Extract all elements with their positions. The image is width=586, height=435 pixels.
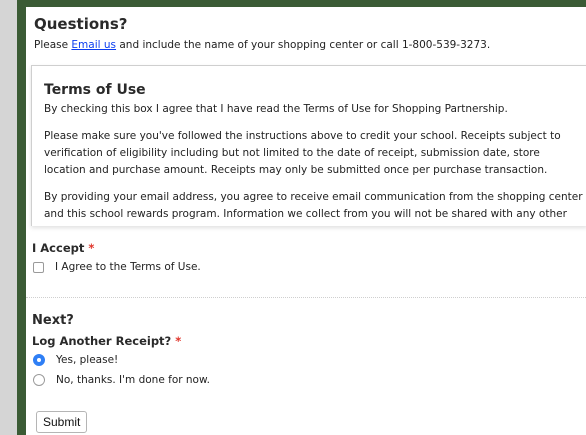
terms-paragraph-3: By providing your email address, you agr… — [44, 191, 583, 220]
radio-option-yes[interactable]: Yes, please! — [33, 354, 118, 366]
accept-checkbox[interactable] — [33, 261, 44, 273]
terms-paragraph-1: By checking this box I agree that I have… — [44, 103, 508, 115]
required-mark: * — [88, 241, 95, 255]
questions-text-after: and include the name of your shopping ce… — [116, 39, 491, 51]
accept-checkbox-label[interactable]: I Agree to the Terms of Use. — [55, 261, 201, 273]
terms-paragraph-2: Please make sure you've followed the ins… — [44, 130, 561, 176]
email-us-link[interactable]: Email us — [71, 39, 116, 51]
log-another-label: Log Another Receipt? * — [32, 334, 181, 348]
radio-no[interactable] — [33, 374, 45, 386]
submit-button[interactable]: Submit — [36, 411, 88, 433]
radio-no-label[interactable]: No, thanks. I'm done for now. — [56, 374, 210, 386]
accept-option[interactable]: I Agree to the Terms of Use. — [33, 261, 201, 273]
terms-title: Terms of Use — [44, 82, 146, 98]
radio-yes-label[interactable]: Yes, please! — [56, 354, 118, 366]
radio-option-no[interactable]: No, thanks. I'm done for now. — [33, 374, 210, 386]
questions-title: Questions? — [34, 15, 128, 33]
next-title: Next? — [32, 313, 74, 328]
terms-scroll-box[interactable]: Terms of Use By checking this box I agre… — [31, 65, 586, 226]
terms-content: Terms of Use By checking this box I agre… — [44, 82, 584, 226]
radio-yes[interactable] — [33, 354, 45, 366]
required-mark: * — [175, 334, 182, 348]
section-divider — [26, 297, 586, 298]
accept-label: I Accept * — [32, 241, 94, 255]
form-panel: Questions? Please Email us and include t… — [26, 7, 586, 435]
questions-text-before: Please — [34, 39, 72, 51]
log-another-label-text: Log Another Receipt? — [32, 334, 172, 348]
questions-text: Please Email us and include the name of … — [34, 39, 490, 51]
accept-label-text: I Accept — [32, 241, 85, 255]
